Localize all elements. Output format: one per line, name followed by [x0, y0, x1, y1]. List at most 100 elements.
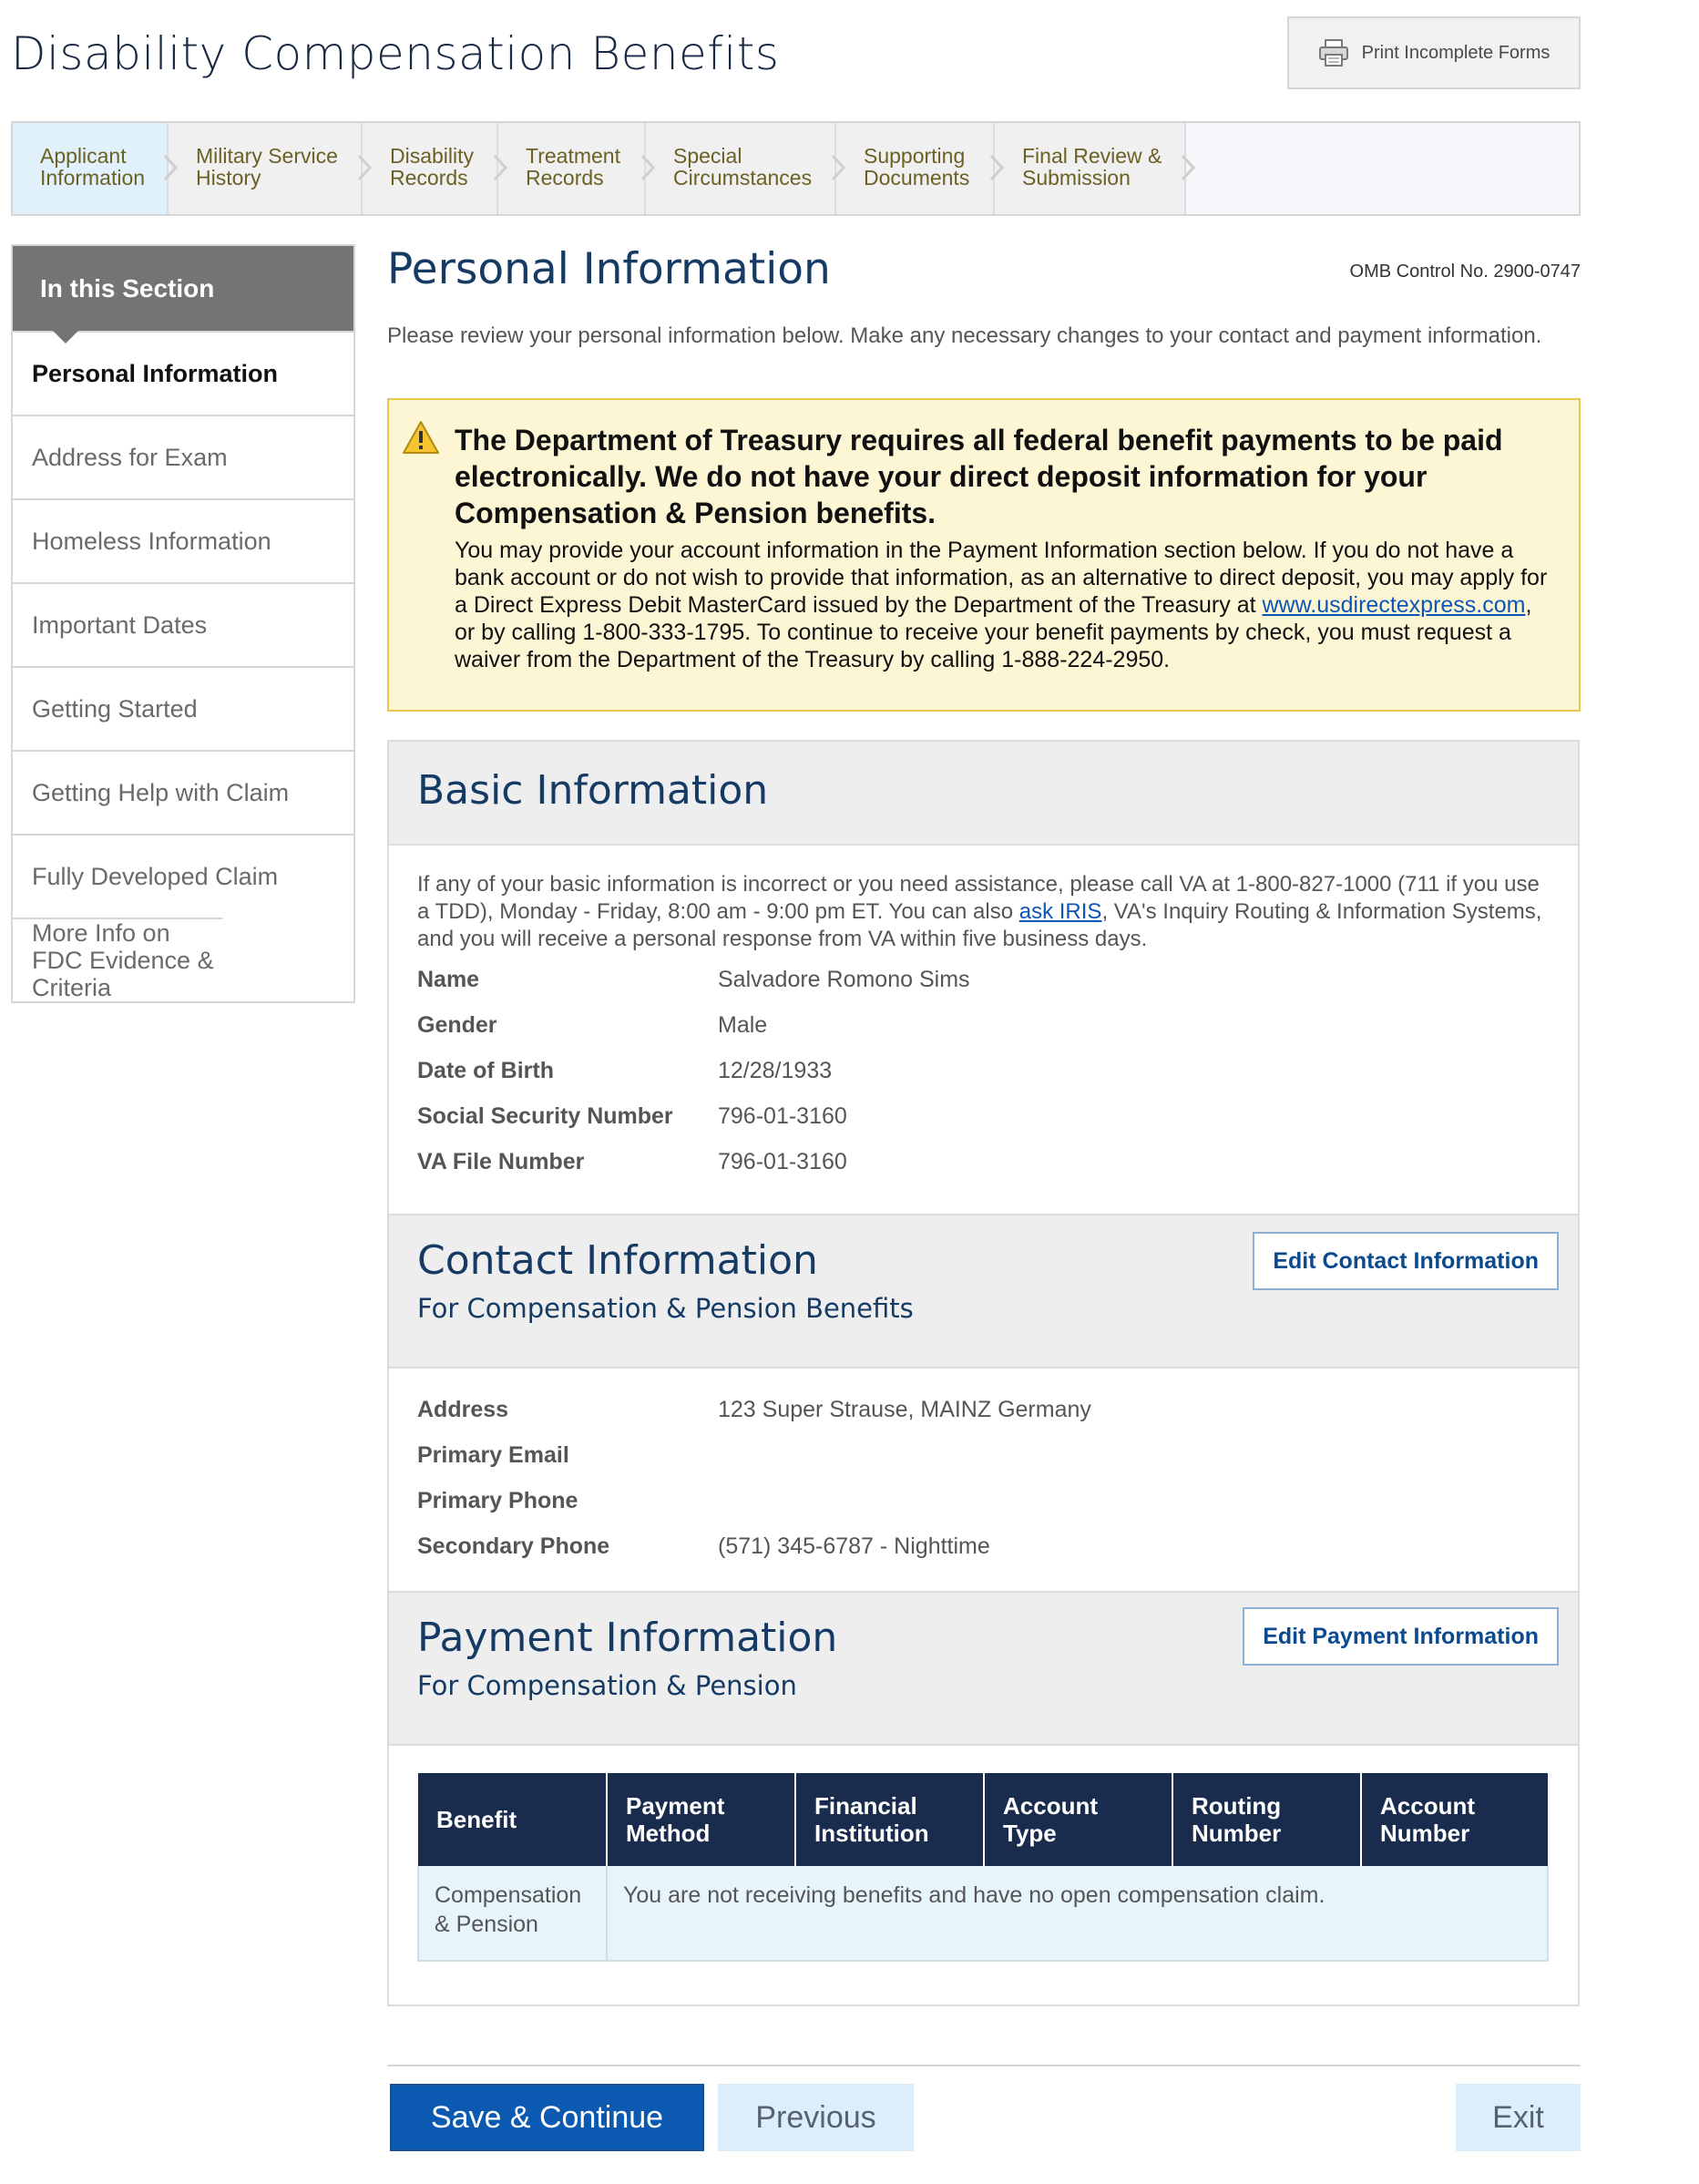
sidebar-item-homeless-information[interactable]: Homeless Information	[13, 498, 353, 582]
field-address: Address 123 Super Strause, MAINZ Germany	[417, 1387, 1578, 1432]
field-primary-phone: Primary Phone	[417, 1478, 1578, 1523]
field-label: VA File Number	[417, 1148, 585, 1174]
sidebar-item-address-for-exam[interactable]: Address for Exam	[13, 415, 353, 498]
column-header-account-number: Account Number	[1361, 1773, 1548, 1866]
field-value: 12/28/1933	[718, 1057, 833, 1083]
edit-payment-button[interactable]: Edit Payment Information	[1243, 1607, 1559, 1666]
sidebar-heading-label: In this Section	[40, 274, 215, 302]
chevron-right-icon	[640, 154, 656, 181]
sidebar-item-getting-help-with-claim[interactable]: Getting Help with Claim	[13, 750, 353, 834]
chevron-right-icon	[831, 154, 846, 181]
step-label-line2: Information	[40, 166, 146, 190]
field-va-file-number: VA File Number 796-01-3160	[417, 1139, 1578, 1184]
chevron-right-icon	[1181, 154, 1196, 181]
section-title: Personal Information	[387, 244, 831, 294]
step-label-line1: Final Review &	[1022, 144, 1162, 168]
sidebar-item-getting-started[interactable]: Getting Started	[13, 666, 353, 750]
progress-steps: Applicant Information Military Service H…	[11, 121, 1581, 216]
step-supporting-documents[interactable]: Supporting Documents	[836, 123, 1005, 214]
print-incomplete-forms-button[interactable]: Print Incomplete Forms	[1287, 16, 1581, 89]
chevron-right-icon	[163, 154, 179, 181]
step-label-line2: Records	[390, 166, 468, 190]
field-name: Name Salvadore Romono Sims	[417, 957, 1578, 1002]
sidebar-item-fully-developed-claim[interactable]: Fully Developed Claim	[13, 834, 353, 918]
alert-body: You may provide your account information…	[455, 537, 1557, 673]
step-label-line2: Documents	[864, 166, 970, 190]
step-label-line1: Special	[673, 144, 742, 168]
payment-table: Benefit Payment Method Financial Instituti…	[417, 1773, 1549, 1962]
column-header-line: Routing	[1192, 1792, 1282, 1820]
step-applicant-information[interactable]: Applicant Information	[13, 123, 179, 214]
step-label-line1: Applicant	[40, 144, 127, 168]
field-label: Address	[417, 1396, 509, 1422]
payment-info-subtitle: For Compensation & Pension	[417, 1670, 797, 1701]
field-value: 796-01-3160	[718, 1102, 847, 1129]
column-header-benefit: Benefit	[418, 1773, 608, 1866]
step-label-line1: Disability	[390, 144, 475, 168]
contact-info-body: Address 123 Super Strause, MAINZ Germany …	[389, 1369, 1578, 1591]
field-date-of-birth: Date of Birth 12/28/1933	[417, 1048, 1578, 1093]
table-header-row: Benefit Payment Method Financial Instituti…	[418, 1773, 1548, 1866]
field-gender: Gender Male	[417, 1002, 1578, 1048]
cell-message: You are not receiving benefits and have …	[607, 1866, 1549, 1962]
step-disability-records[interactable]: Disability Records	[363, 123, 508, 214]
field-value: Salvadore Romono Sims	[718, 966, 970, 992]
step-military-service-history[interactable]: Military Service History	[169, 123, 373, 214]
alert-title: The Department of Treasury requires all …	[455, 424, 1503, 529]
chevron-right-icon	[989, 154, 1005, 181]
save-continue-button[interactable]: Save & Continue	[390, 2084, 704, 2151]
previous-button[interactable]: Previous	[718, 2084, 914, 2151]
field-ssn: Social Security Number 796-01-3160	[417, 1093, 1578, 1139]
field-value: 796-01-3160	[718, 1148, 847, 1174]
personal-info-panel: Basic Information If any of your basic i…	[387, 740, 1580, 2006]
step-treatment-records[interactable]: Treatment Records	[498, 123, 656, 214]
step-label-line1: Treatment	[526, 144, 620, 168]
step-label-line2: Submission	[1022, 166, 1131, 190]
sidebar-notch	[53, 331, 78, 343]
chevron-right-icon	[493, 154, 508, 181]
field-value: Male	[718, 1011, 768, 1038]
cell-benefit: Compensation & Pension	[417, 1866, 608, 1962]
exit-button[interactable]: Exit	[1456, 2084, 1581, 2151]
basic-info-help: If any of your basic information is inco…	[417, 846, 1556, 953]
payment-info-body: Benefit Payment Method Financial Instituti…	[389, 1746, 1578, 1962]
contact-info-subtitle: For Compensation & Pension Benefits	[417, 1293, 914, 1324]
field-label: Primary Phone	[417, 1487, 578, 1513]
sidebar-heading: In this Section	[13, 246, 353, 343]
chevron-right-icon	[357, 154, 373, 181]
column-header-line: Benefit	[436, 1806, 517, 1833]
section-sidebar: In this Section Personal Information Add…	[11, 244, 355, 1003]
printer-icon	[1318, 39, 1348, 67]
step-label-line2: History	[196, 166, 261, 190]
ask-iris-link[interactable]: ask IRIS	[1019, 899, 1102, 924]
field-label: Primary Email	[417, 1441, 569, 1468]
usdirectexpress-link[interactable]: www.usdirectexpress.com	[1263, 592, 1526, 618]
sidebar-item-more-info-fdc[interactable]: More Info on FDC Evidence & Criteria	[13, 918, 222, 1001]
step-label-line2: Circumstances	[673, 166, 813, 190]
step-label-line1: Supporting	[864, 144, 966, 168]
field-label: Gender	[417, 1011, 497, 1038]
page-title: Disability Compensation Benefits	[11, 27, 780, 80]
field-primary-email: Primary Email	[417, 1432, 1578, 1478]
field-value: (571) 345-6787 - Nighttime	[718, 1533, 990, 1559]
sidebar-item-important-dates[interactable]: Important Dates	[13, 582, 353, 666]
column-header-line: Payment	[626, 1792, 725, 1820]
cell-line: & Pension	[435, 1912, 538, 1937]
column-header-line: Number	[1380, 1820, 1470, 1847]
step-final-review-submission[interactable]: Final Review & Submission	[995, 123, 1196, 214]
column-header-line: Institution	[814, 1820, 929, 1847]
basic-info-body: If any of your basic information is inco…	[389, 846, 1578, 1214]
table-row: Compensation & Pension You are not receiv…	[417, 1866, 1549, 1962]
direct-deposit-alert: The Department of Treasury requires all …	[387, 398, 1581, 712]
column-header-financial-institution: Financial Institution	[795, 1773, 985, 1866]
column-header-line: Number	[1192, 1820, 1282, 1847]
intro-text: Please review your personal information …	[387, 323, 1542, 348]
step-special-circumstances[interactable]: Special Circumstances	[646, 123, 846, 214]
field-value: 123 Super Strause, MAINZ Germany	[718, 1396, 1091, 1422]
column-header-line: Account	[1380, 1792, 1475, 1820]
cell-line: Compensation	[435, 1882, 582, 1908]
edit-contact-button[interactable]: Edit Contact Information	[1253, 1232, 1559, 1290]
field-label: Social Security Number	[417, 1102, 673, 1129]
column-header-account-type: Account Type	[984, 1773, 1173, 1866]
footer-divider	[387, 2065, 1581, 2066]
